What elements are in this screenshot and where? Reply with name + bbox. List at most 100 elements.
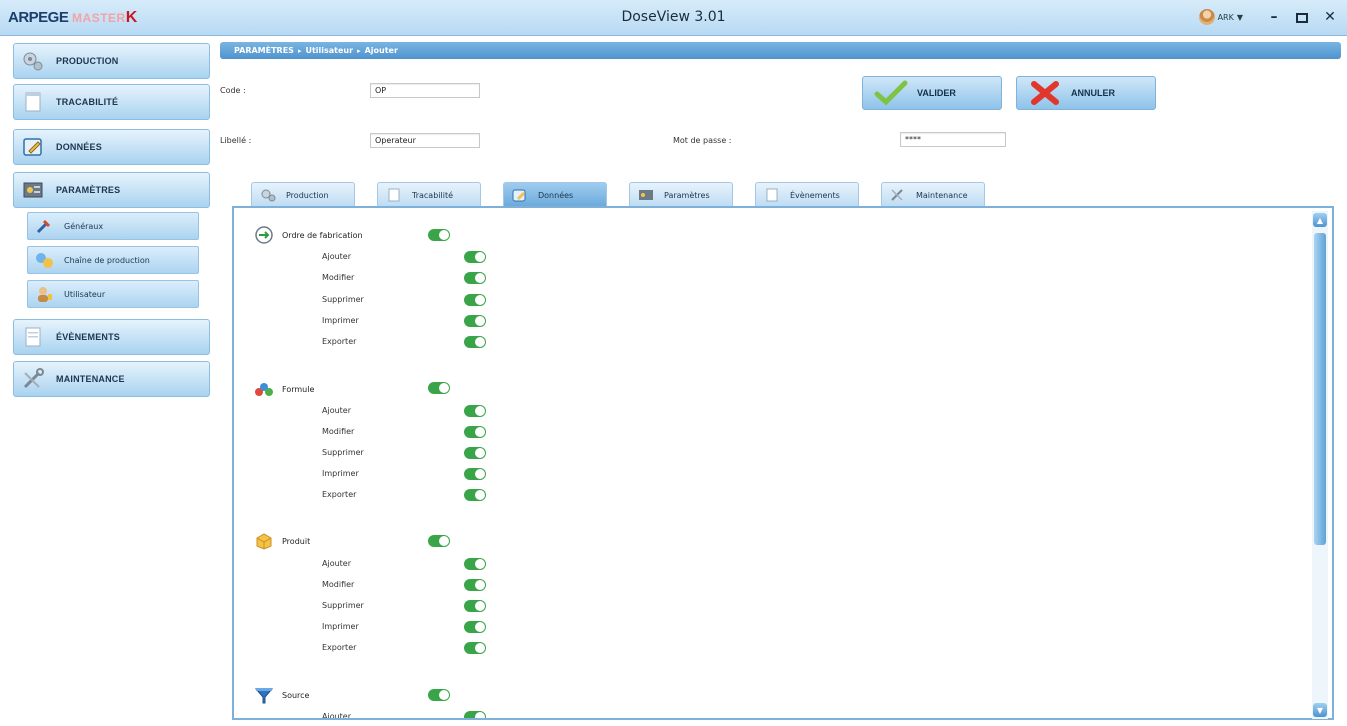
tab-label: Données [538,190,574,200]
sidebar-item-label: PARAMÈTRES [56,185,121,195]
perm-toggle[interactable] [464,336,486,348]
chevron-down-icon: ▼ [1236,12,1243,22]
tab-donnees[interactable]: Données [503,182,607,207]
sidebar-subitem-label: Utilisateur [64,289,106,299]
perm-toggle[interactable] [464,315,486,327]
breadcrumb: PARAMÈTRES ▸ Utilisateur ▸ Ajouter [220,42,1341,59]
vertical-scrollbar[interactable]: ▲ ▼ [1312,211,1328,719]
sidebar-item-parametres[interactable]: PARAMÈTRES [13,172,210,208]
perm-toggle[interactable] [464,405,486,417]
gears-icon [260,188,276,202]
perm-toggle[interactable] [464,447,486,459]
perm-label: Imprimer [322,622,359,631]
sidebar-item-label: DONNÉES [56,142,102,152]
title-bar: ARPEGE MASTERK DoseView 3.01 ARK ▼ – ✕ [0,0,1347,36]
group-toggle[interactable] [428,689,450,701]
tab-maintenance[interactable]: Maintenance [881,182,985,207]
perm-toggle[interactable] [464,426,486,438]
sidebar-subitem-label: Chaîne de production [64,255,150,265]
user-key-icon [34,285,54,303]
perm-toggle[interactable] [464,489,486,501]
cross-icon [1027,80,1063,106]
perm-label: Modifier [322,427,355,436]
minimize-button[interactable]: – [1263,6,1285,28]
tab-label: Tracabilité [412,190,454,200]
validate-button[interactable]: VALIDER [862,76,1002,110]
group-produit: Produit [254,531,310,551]
tab-tracabilite[interactable]: Tracabilité [377,182,481,207]
cancel-button[interactable]: ANNULER [1016,76,1156,110]
perm-label: Ajouter [322,712,352,720]
window-controls: ARK ▼ – ✕ [1198,6,1341,28]
perm-toggle[interactable] [464,272,486,284]
group-label: Ordre de fabrication [282,230,363,240]
work-order-icon [254,225,274,245]
perm-label: Ajouter [322,406,352,415]
sidebar-item-label: PRODUCTION [56,56,119,66]
perm-label: Imprimer [322,469,359,478]
group-label: Formule [282,384,315,394]
breadcrumb-item[interactable]: PARAMÈTRES [234,46,294,55]
sidebar-item-label: MAINTENANCE [56,374,125,384]
sidebar-subitem-generaux[interactable]: Généraux [27,212,199,240]
settings-panel-icon [638,188,654,202]
perm-toggle[interactable] [464,621,486,633]
libelle-label: Libellé : [220,136,252,145]
code-field[interactable]: OP [370,83,480,98]
password-label: Mot de passe : [673,136,732,145]
group-toggle[interactable] [428,382,450,394]
perm-label: Supprimer [322,295,364,304]
tab-parametres[interactable]: Paramètres [629,182,733,207]
source-funnel-icon [254,685,274,705]
settings-panel-icon [20,178,46,202]
sidebar-item-production[interactable]: PRODUCTION [13,43,210,79]
perm-toggle[interactable] [464,711,486,718]
checkmark-icon [873,80,909,106]
production-gears-icon [20,49,46,73]
perm-toggle[interactable] [464,579,486,591]
group-ordre-fabrication: Ordre de fabrication [254,225,363,245]
sidebar: PRODUCTION TRACABILITÉ DONNÉES PARAMÈTRE… [0,36,214,726]
perm-label: Imprimer [322,316,359,325]
perm-toggle[interactable] [464,558,486,570]
sidebar-subitem-chaine[interactable]: Chaîne de production [27,246,199,274]
perm-label: Exporter [322,490,357,499]
sidebar-item-maintenance[interactable]: MAINTENANCE [13,361,210,397]
code-label: Code : [220,86,246,95]
perm-label: Ajouter [322,559,352,568]
user-name: ARK [1217,12,1234,22]
sidebar-subitem-utilisateur[interactable]: Utilisateur [27,280,199,308]
validate-label: VALIDER [917,88,956,98]
perm-toggle[interactable] [464,251,486,263]
scroll-thumb[interactable] [1314,233,1326,545]
tab-evenements[interactable]: Évènements [755,182,859,207]
maximize-button[interactable] [1291,6,1313,28]
close-button[interactable]: ✕ [1319,6,1341,28]
perm-toggle[interactable] [464,600,486,612]
group-toggle[interactable] [428,229,450,241]
perm-label: Exporter [322,337,357,346]
edit-pencil-icon [512,188,528,202]
sidebar-item-evenements[interactable]: ÉVÈNEMENTS [13,319,210,355]
tab-production[interactable]: Production [251,182,355,207]
events-document-icon [764,188,780,202]
perm-label: Exporter [322,643,357,652]
user-menu[interactable]: ARK ▼ [1198,9,1243,25]
breadcrumb-item[interactable]: Utilisateur [305,46,353,55]
group-toggle[interactable] [428,535,450,547]
sidebar-item-tracabilite[interactable]: TRACABILITÉ [13,84,210,120]
sidebar-subitem-label: Généraux [64,221,104,231]
group-label: Produit [282,536,311,546]
password-field[interactable]: **** [900,132,1006,147]
scroll-down-button[interactable]: ▼ [1313,703,1327,717]
edit-pencil-icon [20,135,46,159]
cancel-label: ANNULER [1071,88,1115,98]
libelle-field[interactable]: Operateur [370,133,480,148]
perm-toggle[interactable] [464,294,486,306]
sidebar-item-donnees[interactable]: DONNÉES [13,129,210,165]
perm-toggle[interactable] [464,642,486,654]
group-formule: Formule [254,379,314,399]
scroll-up-button[interactable]: ▲ [1313,213,1327,227]
permission-tabs: Production Tracabilité Données Paramètre… [251,182,985,207]
perm-toggle[interactable] [464,468,486,480]
